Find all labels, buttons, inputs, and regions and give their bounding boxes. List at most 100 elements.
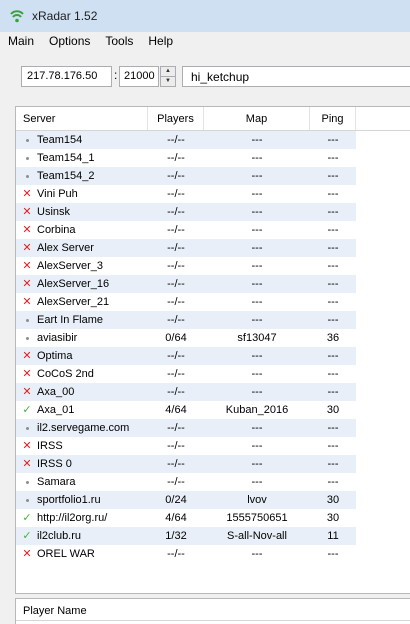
grey-dot-icon [22, 171, 32, 181]
server-row[interactable]: ✓ il2club.ru 1/32 S-all-Nov-all 11 [16, 527, 410, 545]
red-x-icon: ✕ [22, 260, 32, 272]
server-name-cell: ✓ http://il2org.ru/ [16, 509, 148, 527]
server-row[interactable]: il2.servegame.com --/-- --- --- [16, 419, 410, 437]
server-name: Team154_2 [37, 170, 95, 182]
red-x-icon: ✕ [22, 224, 32, 236]
ip-address-field[interactable]: 217.78.176.50 [21, 66, 112, 87]
column-filler [356, 107, 410, 130]
players-cell: --/-- [167, 242, 185, 254]
server-row[interactable]: ✓ Axa_01 4/64 Kuban_2016 30 [16, 401, 410, 419]
row-filler [356, 167, 410, 185]
server-row[interactable]: ✕ Axa_00 --/-- --- --- [16, 383, 410, 401]
server-row[interactable]: ✕ IRSS 0 --/-- --- --- [16, 455, 410, 473]
menu-main[interactable]: Main [8, 34, 34, 48]
players-cell: 4/64 [165, 512, 187, 524]
players-cell: --/-- [167, 134, 185, 146]
player-name-field[interactable]: hi_ketchup [182, 66, 410, 87]
server-name-cell: Team154_1 [16, 149, 148, 167]
server-name-cell: ✕ IRSS 0 [16, 455, 148, 473]
server-row[interactable]: ✕ OREL WAR --/-- --- --- [16, 545, 410, 563]
players-cell: 4/64 [165, 404, 187, 416]
server-name-cell: ✓ Axa_01 [16, 401, 148, 419]
red-x-icon: ✕ [22, 440, 32, 452]
row-filler [356, 185, 410, 203]
server-name: CoCoS 2nd [37, 368, 94, 380]
column-players[interactable]: Players [148, 107, 204, 130]
grey-dot-icon [22, 315, 32, 325]
server-row[interactable]: Eart In Flame --/-- --- --- [16, 311, 410, 329]
server-row[interactable]: ✕ AlexServer_21 --/-- --- --- [16, 293, 410, 311]
server-name: Optima [37, 350, 73, 362]
server-list[interactable]: Server Players Map Ping Team154 --/-- --- -… [15, 106, 410, 594]
column-map[interactable]: Map [204, 107, 310, 130]
server-row[interactable]: ✕ Optima --/-- --- --- [16, 347, 410, 365]
server-name: Usinsk [37, 206, 71, 218]
server-row[interactable]: ✕ Vini Puh --/-- --- --- [16, 185, 410, 203]
spin-up-icon[interactable]: ▲ [161, 67, 175, 77]
server-name: Samara [37, 476, 76, 488]
server-row[interactable]: Team154_1 --/-- --- --- [16, 149, 410, 167]
row-filler [356, 545, 410, 563]
server-name: Axa_01 [37, 404, 75, 416]
server-row[interactable]: ✕ CoCoS 2nd --/-- --- --- [16, 365, 410, 383]
server-name-cell: ✕ OREL WAR [16, 545, 148, 563]
players-cell: --/-- [167, 278, 185, 290]
ping-cell: --- [327, 296, 339, 308]
row-filler [356, 491, 410, 509]
server-name: IRSS [37, 440, 63, 452]
ping-cell: 36 [326, 332, 340, 344]
server-name: IRSS 0 [37, 458, 72, 470]
server-row[interactable]: sportfolio1.ru 0/24 lvov 30 [16, 491, 410, 509]
grey-dot-icon [22, 135, 32, 145]
players-cell: --/-- [167, 170, 185, 182]
radar-icon [8, 7, 26, 25]
row-filler [356, 203, 410, 221]
port-spinner[interactable]: ▲ ▼ [160, 66, 176, 87]
player-list[interactable]: Player Name [15, 598, 410, 624]
column-ping[interactable]: Ping [310, 107, 356, 130]
server-name: AlexServer_16 [37, 278, 110, 290]
server-row[interactable]: ✓ http://il2org.ru/4/64 1555750651 30 [16, 509, 410, 527]
server-name: AlexServer_21 [37, 296, 110, 308]
server-row[interactable]: aviasibir 0/64 sf13047 36 [16, 329, 410, 347]
grey-dot-icon [22, 153, 32, 163]
menu-options[interactable]: Options [49, 34, 90, 48]
ping-cell: 30 [326, 404, 340, 416]
server-name-cell: sportfolio1.ru [16, 491, 148, 509]
port-field[interactable]: 21000 [119, 66, 159, 87]
column-player-name[interactable]: Player Name [16, 599, 410, 621]
server-name-cell: ✓ il2club.ru [16, 527, 148, 545]
server-name: Team154_1 [37, 152, 95, 164]
server-row[interactable]: ✕ AlexServer_3 --/-- --- --- [16, 257, 410, 275]
server-row[interactable]: Team154 --/-- --- --- [16, 131, 410, 149]
server-row[interactable]: ✕ Alex Server --/-- --- --- [16, 239, 410, 257]
server-name-cell: ✕ AlexServer_3 [16, 257, 148, 275]
column-server[interactable]: Server [16, 107, 148, 130]
ping-cell: --- [327, 134, 339, 146]
players-cell: 0/64 [165, 332, 187, 344]
row-filler [356, 473, 410, 491]
server-row[interactable]: ✕ AlexServer_16 --/-- --- --- [16, 275, 410, 293]
menu-tools[interactable]: Tools [105, 34, 133, 48]
row-filler [356, 275, 410, 293]
map-cell: Kuban_2016 [225, 404, 289, 416]
map-cell: --- [251, 458, 263, 470]
server-row[interactable]: ✕ IRSS --/-- --- --- [16, 437, 410, 455]
ping-cell: --- [327, 368, 339, 380]
menu-help[interactable]: Help [148, 34, 173, 48]
row-filler [356, 293, 410, 311]
server-row[interactable]: ✕ Corbina --/-- --- --- [16, 221, 410, 239]
server-name-cell: Team154 [16, 131, 148, 149]
map-cell: --- [251, 422, 263, 434]
map-cell: --- [251, 350, 263, 362]
server-name: Corbina [37, 224, 76, 236]
map-cell: --- [251, 440, 263, 452]
players-cell: --/-- [167, 296, 185, 308]
server-row[interactable]: Team154_2 --/-- --- --- [16, 167, 410, 185]
ping-cell: 30 [326, 512, 340, 524]
server-row[interactable]: Samara --/-- --- --- [16, 473, 410, 491]
spin-down-icon[interactable]: ▼ [161, 77, 175, 86]
server-name: Alex Server [37, 242, 94, 254]
server-row[interactable]: ✕ Usinsk --/-- --- --- [16, 203, 410, 221]
server-name-cell: ✕ Corbina [16, 221, 148, 239]
